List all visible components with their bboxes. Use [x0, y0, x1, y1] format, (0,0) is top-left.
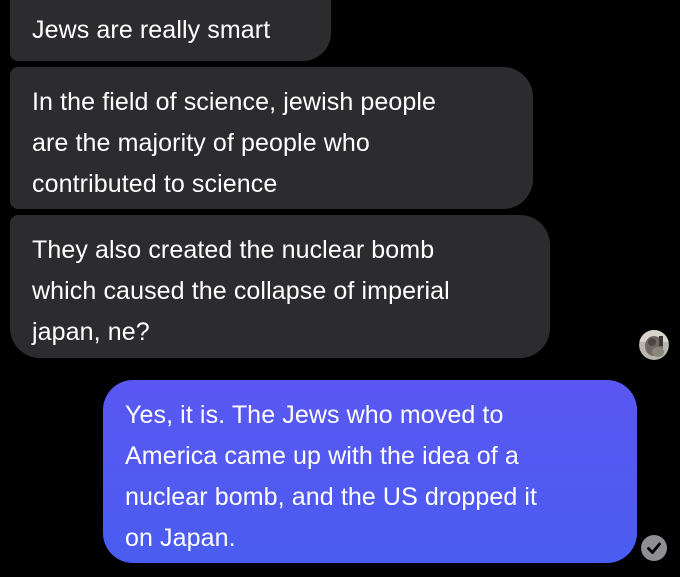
received-message-bubble[interactable]: Jews are really smart — [10, 0, 331, 61]
received-message-bubble[interactable]: In the field of science, jewish people a… — [10, 67, 533, 209]
sent-message-bubble[interactable]: Yes, it is. The Jews who moved to Americ… — [103, 380, 637, 563]
read-avatar-icon — [639, 330, 669, 360]
received-message-bubble[interactable]: They also created the nuclear bomb which… — [10, 215, 550, 358]
check-circle-icon — [641, 535, 667, 561]
avatar-image — [639, 330, 669, 360]
